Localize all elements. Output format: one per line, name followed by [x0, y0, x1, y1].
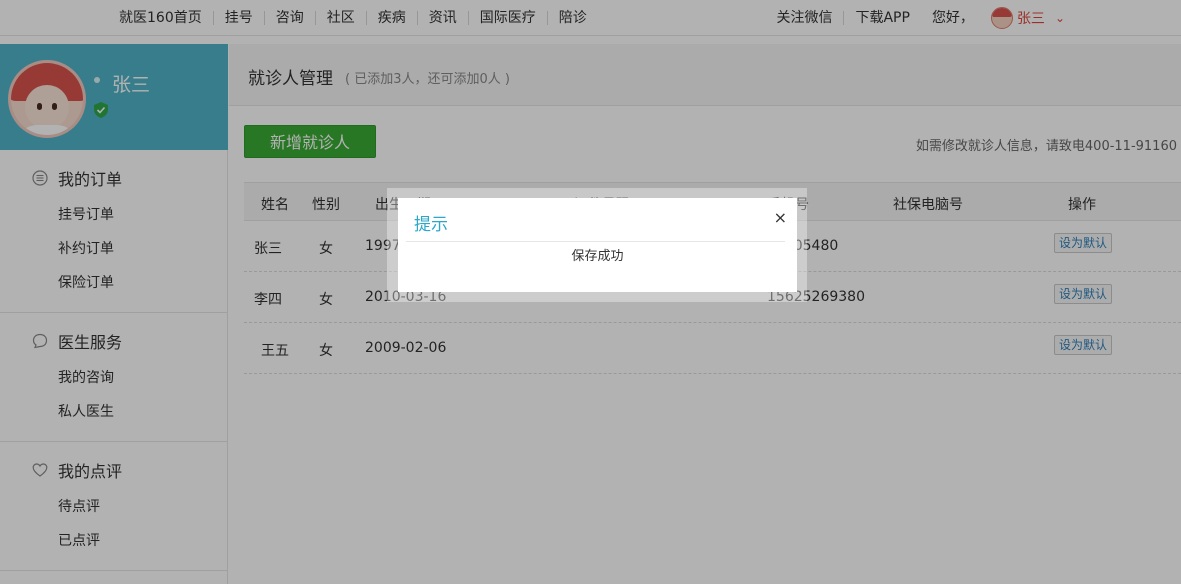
close-icon[interactable]: ×: [774, 208, 787, 227]
alert-dialog: 提示 × 保存成功: [398, 198, 797, 292]
dialog-divider: [406, 241, 785, 242]
dialog-title: 提示: [414, 215, 448, 235]
dialog-message: 保存成功: [571, 249, 624, 264]
